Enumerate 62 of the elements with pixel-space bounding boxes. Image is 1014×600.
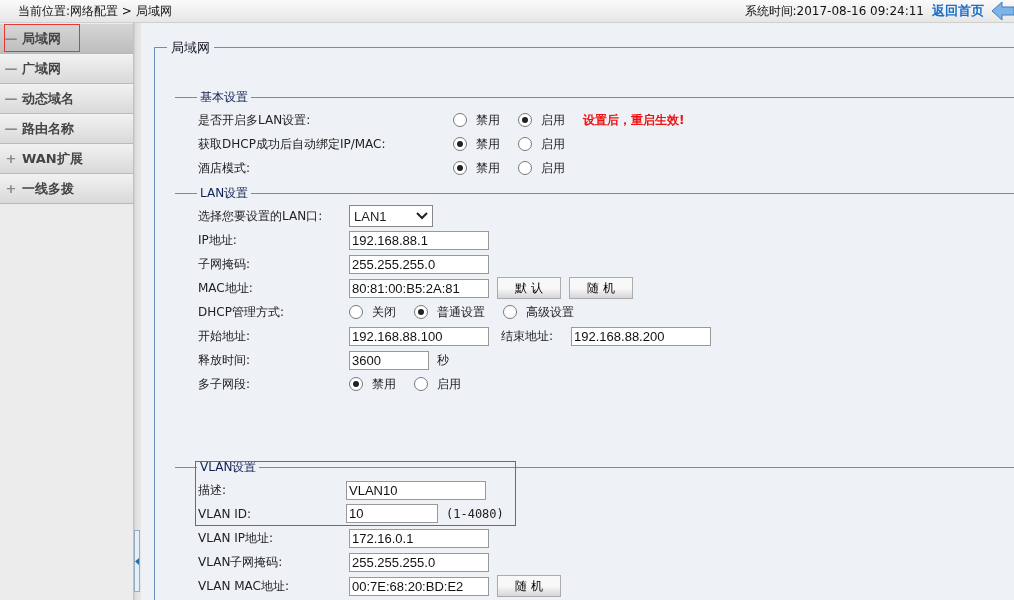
unit-text: 秒 — [437, 351, 449, 369]
input-field[interactable]: VLAN10 — [346, 480, 486, 500]
action-button[interactable]: 随 机 — [497, 575, 561, 597]
field-label: 是否开启多LAN设置: — [198, 111, 312, 129]
chevron-down-icon — [416, 212, 428, 220]
field-label: 释放时间: — [198, 351, 252, 369]
radio-option[interactable]: 高级设置 — [503, 303, 574, 321]
sidebar-item[interactable]: + 一线多拨 — [0, 174, 133, 204]
radio-option[interactable]: 禁用 — [453, 111, 500, 129]
radio-option[interactable]: 启用 — [518, 159, 565, 177]
field-label: 子网掩码: — [198, 255, 252, 273]
radio-option[interactable]: 关闭 — [349, 303, 396, 321]
field-label: VLAN ID: — [198, 506, 252, 521]
field-label: VLAN子网掩码: — [198, 553, 284, 571]
radio-option[interactable]: 禁用 — [453, 159, 500, 177]
field-label: 开始地址: — [198, 327, 252, 345]
lan-port-select[interactable]: LAN1 — [349, 205, 433, 227]
field-label: 酒店模式: — [198, 159, 252, 177]
field-label: DHCP管理方式: — [198, 303, 285, 321]
input-field[interactable]: 192.168.88.100 — [349, 326, 489, 346]
field-label: VLAN IP地址: — [198, 529, 274, 547]
radio-option[interactable]: 启用 — [414, 375, 461, 393]
action-button[interactable]: 默 认 — [497, 277, 561, 299]
input-field[interactable]: 3600 — [349, 350, 429, 370]
home-link[interactable]: 返回首页 — [932, 2, 984, 20]
field-label: IP地址: — [198, 231, 238, 249]
system-time: 系统时间:2017-08-16 09:24:11 — [744, 2, 924, 20]
field-label: 结束地址: — [501, 327, 554, 345]
input-field[interactable]: 172.16.0.1 — [349, 528, 489, 548]
input-field[interactable]: 192.168.88.1 — [349, 230, 489, 250]
radio-option[interactable]: 普通设置 — [414, 303, 485, 321]
sidebar-item[interactable]: — 路由名称 — [0, 114, 133, 144]
field-label: 获取DHCP成功后自动绑定IP/MAC: — [198, 135, 387, 153]
breadcrumb: 当前位置:网络配置 > 局域网 — [18, 2, 172, 20]
unit-text: (1-4080) — [446, 506, 504, 521]
panel-title: 局域网 — [167, 39, 214, 57]
field-label: VLAN MAC地址: — [198, 577, 290, 595]
collapse-handle[interactable] — [134, 530, 140, 592]
sidebar-item[interactable]: — 动态域名 — [0, 84, 133, 114]
section-title: 基本设置 — [199, 88, 249, 106]
field-label: MAC地址: — [198, 279, 254, 297]
field-label: 描述: — [198, 481, 228, 499]
input-field[interactable]: 255.255.255.0 — [349, 552, 489, 572]
action-button[interactable]: 随 机 — [569, 277, 633, 299]
radio-option[interactable]: 启用 — [518, 135, 565, 153]
sidebar-item[interactable]: + WAN扩展 — [0, 144, 133, 174]
section-title: LAN设置 — [199, 184, 250, 202]
input-field[interactable]: 80:81:00:B5:2A:81 — [349, 278, 489, 298]
sidebar-item[interactable]: — 局域网 — [0, 24, 133, 54]
radio-option[interactable]: 禁用 — [349, 375, 396, 393]
input-field[interactable]: 255.255.255.0 — [349, 254, 489, 274]
caret-left-icon — [135, 556, 139, 566]
input-field[interactable]: 00:7E:68:20:BD:E2 — [349, 576, 489, 596]
sidebar-item[interactable]: — 广域网 — [0, 54, 133, 84]
input-field[interactable]: 10 — [346, 504, 438, 523]
field-label: 多子网段: — [198, 375, 252, 393]
back-arrow-icon[interactable] — [992, 2, 1014, 20]
radio-option[interactable]: 启用 — [518, 111, 565, 129]
warning-text: 设置后，重启生效! — [583, 111, 685, 129]
field-label: 选择您要设置的LAN口: — [198, 207, 324, 225]
radio-option[interactable]: 禁用 — [453, 135, 500, 153]
input-field[interactable]: 192.168.88.200 — [571, 326, 712, 346]
